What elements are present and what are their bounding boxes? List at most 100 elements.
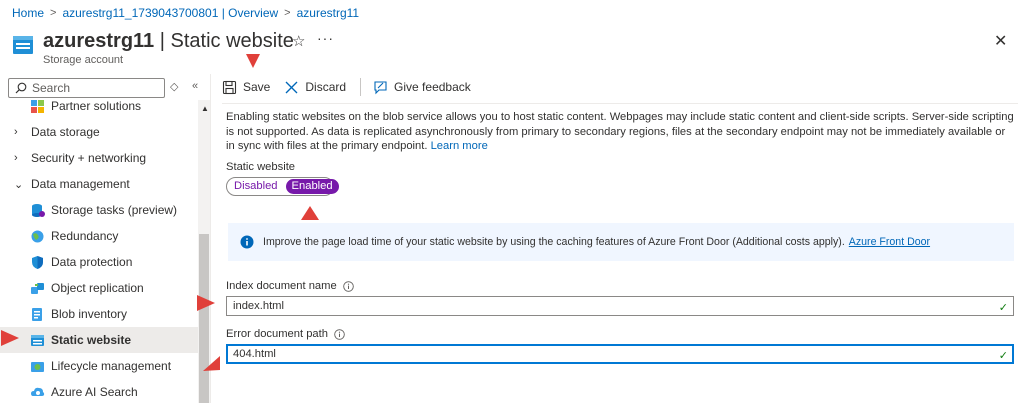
expand-collapse-icon[interactable]: ◇ bbox=[170, 80, 178, 93]
sidebar-item-label: Blob inventory bbox=[51, 307, 128, 321]
sidebar-item-blob-inventory[interactable]: Blob inventory bbox=[0, 301, 198, 327]
info-tooltip-icon[interactable] bbox=[334, 328, 345, 340]
learn-more-link[interactable]: Learn more bbox=[431, 140, 488, 152]
resource-name: azurestrg11 bbox=[43, 30, 155, 52]
error-document-input[interactable] bbox=[233, 348, 973, 360]
sidebar: ◇ « Partner solutions › Data storage › S… bbox=[0, 74, 211, 403]
save-button[interactable]: Save bbox=[222, 80, 270, 95]
feedback-label: Give feedback bbox=[394, 80, 471, 94]
description-text: Enabling static websites on the blob ser… bbox=[226, 111, 1014, 153]
collapse-sidebar-icon[interactable]: « bbox=[192, 80, 198, 92]
replication-icon bbox=[30, 281, 45, 296]
chevron-right-icon: › bbox=[14, 152, 18, 164]
sidebar-item-partner-solutions[interactable]: Partner solutions bbox=[0, 98, 198, 119]
breadcrumb-home[interactable]: Home bbox=[12, 6, 44, 20]
search-input[interactable] bbox=[32, 81, 152, 95]
sidebar-item-label: Data management bbox=[31, 177, 130, 191]
chevron-down-icon: ⌄ bbox=[14, 178, 24, 191]
scroll-up-icon[interactable]: ▲ bbox=[201, 104, 209, 113]
breadcrumb-overview[interactable]: azurestrg11_1739043700801 | Overview bbox=[62, 6, 278, 20]
cloud-search-icon bbox=[30, 385, 45, 400]
sidebar-item-label: Azure AI Search bbox=[51, 385, 138, 399]
toggle-enabled-option[interactable]: Enabled bbox=[285, 179, 339, 194]
breadcrumb: Home > azurestrg11_1739043700801 | Overv… bbox=[12, 6, 359, 20]
sidebar-item-azure-ai-search[interactable]: Azure AI Search bbox=[0, 379, 198, 403]
sidebar-item-data-management[interactable]: ⌄ Data management bbox=[0, 171, 198, 197]
breadcrumb-resource[interactable]: azurestrg11 bbox=[297, 6, 359, 20]
lifecycle-icon bbox=[30, 359, 45, 374]
sidebar-search[interactable] bbox=[8, 78, 165, 98]
sidebar-item-label: Static website bbox=[51, 333, 132, 347]
static-website-label: Static website bbox=[226, 161, 296, 173]
page-title-suffix: | Static website bbox=[159, 30, 294, 52]
favorite-star-icon[interactable]: ☆ bbox=[292, 32, 305, 50]
discard-button[interactable]: Discard bbox=[284, 80, 346, 95]
info-icon bbox=[240, 235, 254, 249]
globe-icon bbox=[30, 229, 45, 244]
sidebar-item-object-replication[interactable]: Object replication bbox=[0, 275, 198, 301]
sidebar-item-lifecycle-management[interactable]: Lifecycle management bbox=[0, 353, 198, 379]
annotation-arrow-icon bbox=[197, 295, 215, 311]
error-document-label: Error document path bbox=[226, 328, 345, 340]
give-feedback-button[interactable]: Give feedback bbox=[373, 80, 471, 95]
sidebar-item-label: Security + networking bbox=[31, 151, 147, 165]
close-icon[interactable]: ✕ bbox=[994, 31, 1007, 51]
info-banner: Improve the page load time of your stati… bbox=[228, 223, 1014, 261]
breadcrumb-separator-icon: > bbox=[50, 7, 57, 19]
command-bar: Save Discard Give feedback bbox=[222, 76, 485, 98]
sidebar-item-label: Data protection bbox=[51, 255, 133, 269]
breadcrumb-separator-icon: > bbox=[284, 7, 291, 19]
sidebar-item-label: Storage tasks (preview) bbox=[51, 203, 178, 217]
inventory-icon bbox=[30, 307, 45, 322]
storage-account-icon bbox=[13, 36, 33, 54]
sidebar-item-label: Object replication bbox=[51, 281, 144, 295]
sidebar-item-label: Lifecycle management bbox=[51, 359, 172, 373]
shield-icon bbox=[30, 255, 45, 270]
toolbar-divider-line bbox=[222, 103, 1018, 104]
sidebar-item-static-website[interactable]: Static website bbox=[0, 327, 198, 353]
info-banner-text: Improve the page load time of your stati… bbox=[263, 236, 845, 248]
annotation-arrow-icon bbox=[203, 356, 220, 371]
search-icon bbox=[15, 82, 27, 94]
sidebar-item-storage-tasks[interactable]: Storage tasks (preview) bbox=[0, 197, 198, 223]
sidebar-item-label: Redundancy bbox=[51, 229, 119, 243]
sidebar-item-label: Data storage bbox=[31, 125, 100, 139]
save-label: Save bbox=[243, 80, 271, 94]
index-document-field[interactable]: ✓ bbox=[226, 296, 1014, 316]
checkmark-icon: ✓ bbox=[998, 350, 1008, 362]
discard-icon bbox=[285, 81, 298, 93]
sidebar-item-data-storage[interactable]: › Data storage bbox=[0, 119, 198, 145]
checkmark-icon: ✓ bbox=[998, 302, 1008, 314]
toggle-disabled-option[interactable]: Disabled bbox=[228, 179, 284, 194]
chevron-right-icon: › bbox=[14, 126, 18, 138]
annotation-arrow-icon bbox=[246, 54, 260, 68]
toolbar-divider bbox=[360, 78, 362, 96]
sidebar-scroll-thumb[interactable] bbox=[199, 234, 209, 403]
azure-front-door-link[interactable]: Azure Front Door bbox=[849, 236, 930, 248]
error-document-field[interactable]: ✓ bbox=[226, 344, 1014, 364]
feedback-icon bbox=[374, 80, 387, 94]
static-website-toggle[interactable]: Disabled Enabled bbox=[226, 177, 339, 196]
storage-tasks-icon bbox=[30, 203, 45, 218]
sidebar-item-redundancy[interactable]: Redundancy bbox=[0, 223, 198, 249]
sidebar-item-security-networking[interactable]: › Security + networking bbox=[0, 145, 198, 171]
page-header: azurestrg11 | Static website Storage acc… bbox=[12, 28, 1012, 68]
page-title: azurestrg11 | Static website bbox=[43, 30, 294, 53]
index-document-label: Index document name bbox=[226, 280, 354, 292]
annotation-arrow-icon bbox=[1, 330, 19, 346]
info-tooltip-icon[interactable] bbox=[342, 280, 354, 292]
index-document-input[interactable] bbox=[233, 300, 973, 312]
sidebar-item-label: Partner solutions bbox=[51, 99, 142, 113]
page-subtitle: Storage account bbox=[43, 54, 124, 66]
discard-label: Discard bbox=[305, 80, 347, 94]
sidebar-item-data-protection[interactable]: Data protection bbox=[0, 249, 198, 275]
error-document-label-text: Error document path bbox=[226, 328, 328, 340]
static-website-description: Enabling static websites on the blob ser… bbox=[226, 110, 1016, 154]
partner-icon bbox=[30, 99, 45, 114]
annotation-arrow-icon bbox=[301, 206, 319, 220]
index-document-label-text: Index document name bbox=[226, 280, 337, 292]
more-options-icon[interactable]: ··· bbox=[317, 30, 334, 46]
sidebar-nav: Partner solutions › Data storage › Secur… bbox=[0, 98, 198, 403]
save-icon bbox=[222, 80, 237, 94]
static-website-icon bbox=[30, 333, 45, 348]
